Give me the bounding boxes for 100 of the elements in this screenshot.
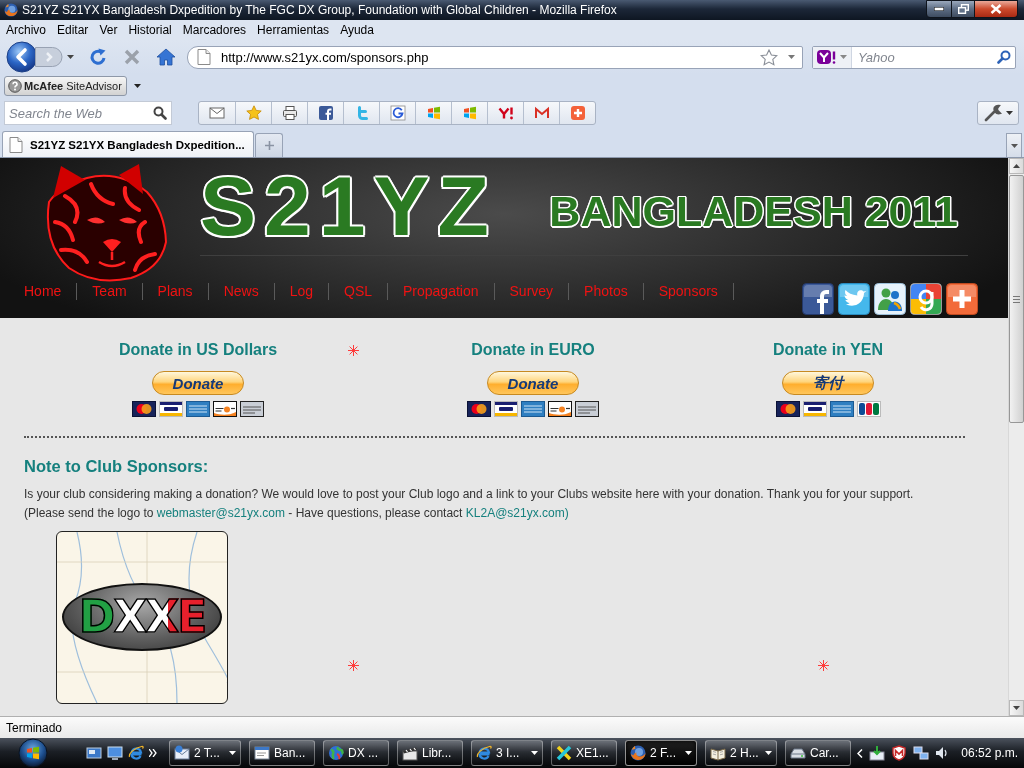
taskbar-button[interactable]: Car... — [785, 740, 851, 766]
payment-card-icon — [856, 401, 881, 417]
taskbar-button[interactable]: 2 T... — [169, 740, 241, 766]
g-letter-icon[interactable] — [910, 283, 942, 315]
caret-down-icon[interactable] — [67, 55, 74, 59]
sparkle-icon — [348, 660, 359, 671]
search-icon[interactable] — [153, 106, 167, 120]
payment-card-icon — [548, 401, 572, 417]
siteadvisor-button[interactable]: McAfee SiteAdvisor — [4, 76, 127, 96]
menu-item[interactable]: Archivo — [1, 23, 52, 37]
menu-item[interactable]: Marcadores — [177, 23, 253, 37]
search-icon[interactable] — [997, 50, 1011, 64]
start-orb-icon[interactable] — [18, 738, 48, 768]
taskbar-button[interactable]: Libr... — [397, 740, 463, 766]
fox-globe-icon — [630, 745, 646, 761]
envelope-icon — [209, 105, 225, 121]
bird-icon[interactable] — [838, 283, 870, 315]
web-search-bar[interactable]: Search the Web — [4, 101, 172, 125]
window-icon — [254, 745, 270, 761]
star-icon — [245, 105, 262, 121]
clapperboard-icon — [402, 745, 418, 761]
caret-down-icon — [1010, 143, 1018, 148]
globe-icon — [328, 745, 344, 761]
shield-icon[interactable] — [891, 745, 908, 761]
download-icon[interactable] — [869, 745, 886, 761]
clock[interactable]: 06:52 p.m. — [961, 746, 1018, 760]
reload-icon[interactable] — [88, 47, 108, 67]
printer-icon — [281, 105, 298, 121]
plus-icon — [569, 105, 586, 121]
menu-item[interactable]: Ver — [94, 23, 124, 37]
y-letter-icon[interactable] — [817, 50, 837, 64]
g-letter-icon — [389, 105, 406, 121]
people-icon[interactable] — [874, 283, 906, 315]
search-bar[interactable]: Yahoo — [812, 45, 1016, 69]
taskbar-button[interactable]: 2 F... — [625, 740, 697, 766]
donate-button[interactable]: 寄付 — [782, 371, 874, 395]
minimize-icon — [934, 7, 944, 11]
taskbar-button[interactable]: DX ... — [323, 740, 389, 766]
network-icon[interactable] — [913, 745, 930, 761]
f-letter-icon — [317, 105, 334, 121]
scroll-down-button[interactable] — [1009, 700, 1024, 716]
speaker-icon[interactable] — [935, 745, 950, 761]
caret-down-icon — [1013, 706, 1020, 710]
scroll-up-button[interactable] — [1009, 158, 1024, 174]
nav-link[interactable]: Team — [77, 283, 143, 300]
payment-card-icon — [132, 401, 156, 417]
plus-icon[interactable] — [946, 283, 978, 315]
email-link[interactable]: webmaster@s21yx.com — [156, 506, 285, 520]
email-link[interactable]: KL2A@s21yx.com) — [465, 506, 569, 520]
web-search-field[interactable]: Search the Web — [5, 104, 153, 122]
menu-item[interactable]: Historial — [123, 23, 178, 37]
window-title: S21YZ S21YX Bangladesh Dxpedition by The FGC DX Group, Foundation with Global Children - Mozilla Firefox — [22, 3, 617, 17]
url-field[interactable]: http://www.s21yx.com/sponsors.php — [215, 48, 756, 66]
note-heading: Note to Club Sponsors: — [24, 456, 210, 476]
question-circle-icon — [8, 79, 22, 93]
flag-icon — [425, 105, 442, 121]
restore-button[interactable] — [952, 0, 975, 18]
nav-link[interactable]: News — [208, 283, 275, 300]
monitor-icon[interactable] — [107, 745, 123, 761]
note-paragraph: Is your club considering making a donation? We would love to post your Club logo and a link to your Clubs website here with your donation. Thank you for your support. (Please send the logo to webmaster@s21yx.com - Have questions, please contact KL2A@s21yx.com) — [24, 486, 915, 522]
tools-menu-button[interactable] — [977, 101, 1019, 125]
star-icon[interactable] — [760, 48, 778, 66]
payment-card-icon — [186, 401, 210, 417]
sparkle-icon — [818, 660, 829, 671]
chevron-left-icon[interactable] — [857, 748, 864, 758]
page-icon — [197, 49, 211, 65]
chevron-icon[interactable] — [149, 749, 157, 757]
taskbar-button[interactable]: XE1... — [551, 740, 617, 766]
address-bar[interactable]: http://www.s21yx.com/sponsors.php — [187, 45, 803, 69]
tab-list-button[interactable] — [1006, 133, 1022, 157]
desktop-icon[interactable] — [86, 745, 102, 761]
page-icon — [9, 136, 23, 153]
menu-item[interactable]: Herramientas — [252, 23, 336, 37]
donation-heading: Donate in EURO — [471, 340, 595, 360]
nav-link[interactable]: Plans — [142, 283, 209, 300]
close-button[interactable] — [975, 0, 1018, 18]
donate-button[interactable]: Donate — [152, 371, 244, 395]
taskbar-button[interactable]: 2 H... — [705, 740, 777, 766]
book-icon — [710, 745, 726, 761]
logo-subtitle: BANGLADESH 2011 — [549, 189, 958, 233]
house-icon[interactable] — [156, 48, 176, 66]
payment-card-icon — [494, 401, 518, 417]
taskbar-button[interactable]: 3 I... — [471, 740, 543, 766]
nav-link[interactable]: Home — [24, 283, 78, 300]
e-letter-icon — [476, 745, 492, 761]
taskbar-button[interactable]: Ban... — [249, 740, 315, 766]
caret-down-icon — [1005, 111, 1013, 115]
f-letter-icon[interactable] — [802, 283, 834, 315]
status-text: Terminado — [6, 720, 63, 735]
menu-item[interactable]: Ayuda — [335, 23, 380, 37]
scrollbar-thumb[interactable] — [1009, 175, 1024, 423]
minimize-button[interactable] — [926, 0, 952, 18]
payment-card-icon — [775, 401, 800, 417]
caret-down-icon[interactable] — [133, 84, 141, 88]
menu-item[interactable]: Editar — [52, 23, 95, 37]
plus-icon — [264, 141, 274, 150]
y-letter-icon — [497, 105, 514, 121]
browser-tab[interactable]: S21YZ S21YX Bangladesh Dxpedition... — [2, 131, 254, 157]
donate-button[interactable]: Donate — [487, 371, 579, 395]
search-field[interactable]: Yahoo — [852, 48, 997, 66]
